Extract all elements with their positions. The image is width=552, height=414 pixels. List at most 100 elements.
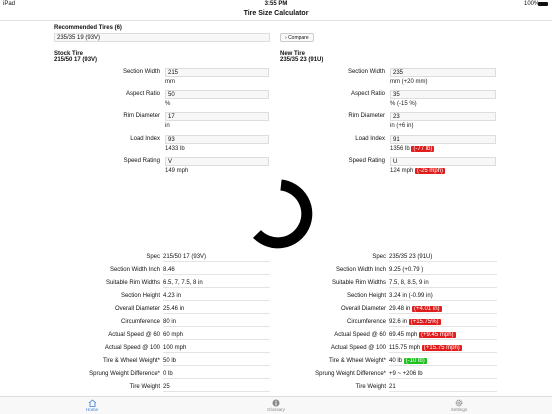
new-input-sub-text: % (-15 %) bbox=[390, 101, 417, 107]
stock-input-field[interactable]: 215 bbox=[165, 68, 269, 77]
new-spec-text: 3.24 in (-0.99 in) bbox=[389, 293, 433, 299]
stock-input-sub: % bbox=[165, 101, 171, 107]
stock-input-sub: 1433 lb bbox=[165, 146, 185, 152]
new-spec-label: Suitable Rim Widths bbox=[331, 280, 386, 286]
new-spec-label: Tire Weight bbox=[355, 384, 386, 390]
new-spec-value: 29.48 in (+4.01 in) bbox=[389, 305, 497, 314]
stock-spec-label: Section Width Inch bbox=[109, 267, 160, 273]
stock-spec-value: 6.5, 7, 7.5, 8 in bbox=[163, 279, 270, 288]
new-spec-text: 115.75 mph bbox=[389, 345, 421, 351]
new-spec-value: 7.5, 8, 8.5, 9 in bbox=[389, 279, 497, 288]
new-input-sub: 1356 lb (-77 lb) bbox=[390, 146, 435, 152]
status-time: 3:55 PM bbox=[264, 1, 288, 7]
new-spec-text: 21 bbox=[389, 384, 396, 390]
new-input-label: Load Index bbox=[355, 136, 385, 142]
stock-spec-label: Spec bbox=[146, 254, 160, 260]
diff-badge: (+15.75 mph) bbox=[421, 345, 462, 351]
stock-spec-label: Actual Speed @ 100 bbox=[104, 345, 160, 351]
new-spec-value: 115.75 mph (+15.75 mph) bbox=[389, 344, 497, 353]
new-spec-label: Section Width Inch bbox=[335, 267, 386, 273]
stock-input-sub: mm bbox=[165, 79, 175, 85]
stock-input-label: Speed Rating bbox=[123, 158, 160, 164]
stock-input-field[interactable]: V bbox=[165, 157, 269, 166]
new-input-field[interactable]: 35 bbox=[390, 90, 496, 99]
tab-settings[interactable]: Settings bbox=[429, 397, 489, 412]
new-spec-value: 9.25 (+0.79 ) bbox=[389, 266, 497, 275]
stock-spec-label: Suitable Rim Widths bbox=[105, 280, 160, 286]
new-spec-value: 40 lb (-10 lb) bbox=[389, 357, 497, 366]
new-spec-value: 69.45 mph (+9.45 mph) bbox=[389, 331, 497, 340]
new-input-field[interactable]: 235 bbox=[390, 68, 496, 77]
stock-spec-value: 80 in bbox=[163, 318, 270, 327]
new-spec-label: Sprung Weight Difference* bbox=[315, 371, 386, 377]
stock-spec-label: Tire Weight bbox=[129, 384, 160, 390]
home-icon bbox=[88, 399, 96, 407]
stock-spec-value: 60 mph bbox=[163, 331, 270, 340]
nav-divider bbox=[0, 20, 552, 21]
nav-title: Tire Size Calculator bbox=[243, 10, 309, 17]
recommended-title: Recommended Tires (6) bbox=[54, 25, 122, 31]
stock-spec-label: Tire & Wheel Weight* bbox=[102, 358, 160, 364]
compare-button[interactable]: › Compare bbox=[280, 33, 314, 42]
stock-spec-value: 100 mph bbox=[163, 344, 270, 353]
stock-spec-label: Sprung Weight Difference* bbox=[89, 371, 160, 377]
new-input-label: Section Width bbox=[347, 69, 385, 75]
new-input-sub: in (+6 in) bbox=[390, 123, 414, 129]
stock-input-label: Aspect Ratio bbox=[125, 91, 160, 97]
tab-glossary-label: Glossary bbox=[267, 407, 285, 412]
diff-badge: (+9.45 mph) bbox=[419, 332, 456, 338]
stock-input-field[interactable]: 17 bbox=[165, 112, 269, 121]
new-spec-value: 3.24 in (-0.99 in) bbox=[389, 292, 497, 301]
new-input-label: Aspect Ratio bbox=[350, 91, 385, 97]
stock-spec-label: Section Height bbox=[120, 293, 160, 299]
stock-spec-value: 25.46 in bbox=[163, 305, 270, 314]
stock-spec-value: 4.23 in bbox=[163, 292, 270, 301]
compare-label: Compare bbox=[288, 35, 309, 41]
battery-icon bbox=[538, 2, 548, 6]
new-spec-label: Tire & Wheel Weight* bbox=[328, 358, 386, 364]
new-spec-label: Circumference bbox=[346, 319, 386, 325]
new-spec-label: Overall Diameter bbox=[340, 306, 386, 312]
stock-spec-value: 215/50 17 (93V) bbox=[163, 253, 270, 262]
new-spec-text: 7.5, 8, 8.5, 9 in bbox=[389, 280, 429, 286]
stock-spec-value: 8.46 bbox=[163, 266, 270, 275]
new-spec-text: 235/35 23 (91U) bbox=[389, 254, 433, 260]
new-spec-text: 40 lb bbox=[389, 358, 403, 364]
diff-badge: (+4.01 in) bbox=[412, 306, 442, 312]
new-input-field[interactable]: 91 bbox=[390, 135, 496, 144]
stock-input-sub: in bbox=[165, 123, 170, 129]
stock-size: 215/50 17 (93V) bbox=[54, 57, 98, 63]
stock-input-label: Section Width bbox=[122, 69, 160, 75]
gear-icon bbox=[455, 399, 463, 407]
stock-input-field[interactable]: 50 bbox=[165, 90, 269, 99]
diff-badge: (-25 mph) bbox=[415, 168, 446, 174]
tab-home-label: Home bbox=[85, 407, 98, 412]
stock-input-field[interactable]: 93 bbox=[165, 135, 269, 144]
new-input-sub: mm (+20 mm) bbox=[390, 79, 428, 85]
new-spec-label: Actual Speed @ 100 bbox=[330, 345, 386, 351]
recommended-select[interactable]: 235/35 19 (93V) bbox=[54, 33, 270, 42]
new-spec-value: +9 ~ +206 lb bbox=[389, 370, 497, 379]
tab-bar: Home Glossary Settings bbox=[0, 396, 552, 414]
info-icon bbox=[272, 399, 280, 407]
diff-badge: (-77 lb) bbox=[411, 146, 435, 152]
new-input-field[interactable]: U bbox=[390, 157, 496, 166]
new-input-field[interactable]: 23 bbox=[390, 112, 496, 121]
stock-input-label: Rim Diameter bbox=[123, 113, 160, 119]
tab-home[interactable]: Home bbox=[62, 397, 122, 412]
new-input-sub-text: in (+6 in) bbox=[390, 123, 414, 129]
stock-spec-label: Circumference bbox=[120, 319, 160, 325]
new-input-sub-text: mm (+20 mm) bbox=[390, 79, 428, 85]
stock-spec-label: Actual Speed @ 60 bbox=[108, 332, 160, 338]
diff-badge: (+15.75%) bbox=[408, 319, 441, 325]
new-spec-text: +9 ~ +206 lb bbox=[389, 371, 423, 377]
new-spec-text: 29.48 in bbox=[389, 306, 411, 312]
stock-spec-value: 0 lb bbox=[163, 370, 270, 379]
new-spec-text: 92.6 in bbox=[389, 319, 408, 325]
tab-glossary[interactable]: Glossary bbox=[246, 397, 306, 412]
new-input-sub: % (-15 %) bbox=[390, 101, 417, 107]
new-spec-label: Section Height bbox=[346, 293, 386, 299]
stock-spec-value: 50 lb bbox=[163, 357, 270, 366]
new-spec-value: 92.6 in (+15.75%) bbox=[389, 318, 497, 327]
new-spec-text: 9.25 (+0.79 ) bbox=[389, 267, 424, 273]
